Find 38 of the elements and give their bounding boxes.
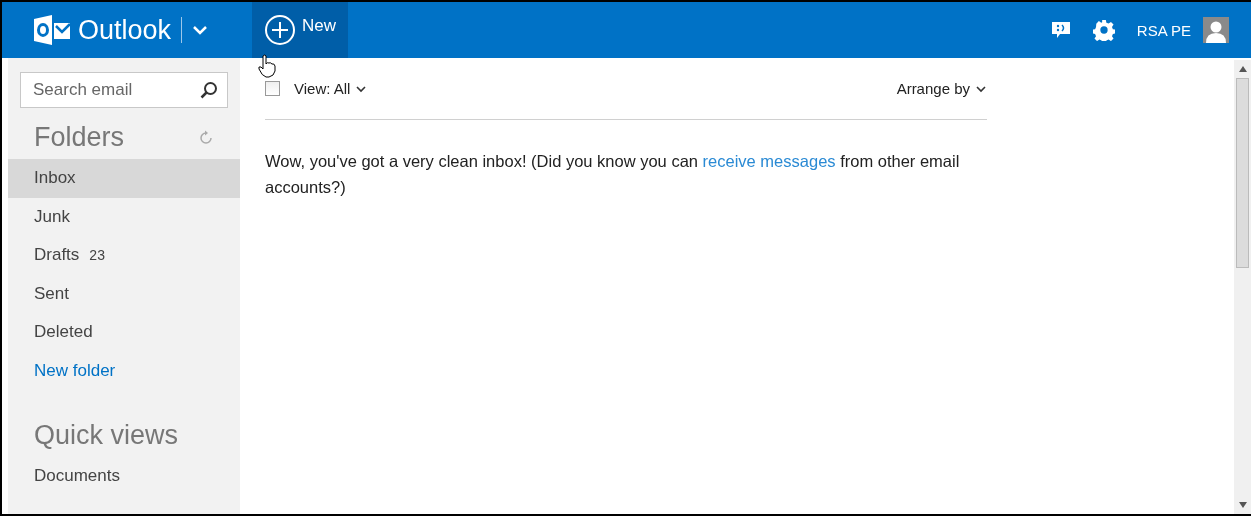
folder-name: Deleted	[34, 322, 93, 343]
folder-item[interactable]: Inbox	[8, 159, 240, 198]
arrange-by-dropdown[interactable]: Arrange by	[892, 80, 987, 97]
folder-name: Junk	[34, 206, 70, 227]
new-button[interactable]: New	[252, 2, 348, 58]
folder-name: Inbox	[34, 168, 76, 189]
user-name[interactable]: RSA PE	[1136, 21, 1191, 39]
chevron-down-icon[interactable]	[192, 24, 209, 36]
quick-views-heading: Quick views	[34, 420, 179, 451]
folder-name: Drafts	[34, 245, 80, 266]
envelope-logo-icon	[32, 14, 72, 46]
scroll-up-icon[interactable]	[1238, 66, 1247, 72]
folder-item[interactable]: Sent	[8, 274, 240, 313]
scroll-thumb[interactable]	[1236, 78, 1249, 268]
folder-item[interactable]: Deleted	[8, 313, 240, 352]
chat-bubble-icon[interactable]	[1050, 20, 1071, 40]
view-dropdown[interactable]: View: All	[290, 80, 368, 97]
folder-item[interactable]: Junk	[8, 197, 240, 236]
select-all-checkbox[interactable]	[265, 81, 280, 96]
folder-item[interactable]: Drafts 23	[8, 236, 240, 275]
scrollbar[interactable]	[1234, 60, 1251, 514]
folders-heading: Folders	[34, 122, 125, 153]
chevron-down-icon	[355, 84, 368, 93]
app-name[interactable]: Outlook	[78, 14, 172, 46]
quick-view-item[interactable]: Documents	[8, 457, 240, 496]
receive-messages-link[interactable]: receive messages	[702, 152, 836, 170]
search-field[interactable]: Search email	[20, 72, 228, 108]
avatar-icon[interactable]	[1203, 17, 1229, 43]
new-folder-link[interactable]: New folder	[8, 351, 240, 390]
unread-count: 23	[89, 247, 105, 264]
scroll-down-icon[interactable]	[1238, 502, 1247, 508]
search-icon[interactable]	[200, 81, 218, 99]
chevron-down-icon	[975, 84, 987, 93]
settings-icon[interactable]	[1092, 19, 1115, 41]
hand-cursor-icon	[257, 54, 277, 78]
empty-inbox-message: Wow, you've got a very clean inbox! (Did you know you can receive messages from other email accounts?)	[265, 151, 961, 198]
folder-name: Sent	[34, 283, 69, 304]
plus-circle-icon	[264, 14, 296, 46]
